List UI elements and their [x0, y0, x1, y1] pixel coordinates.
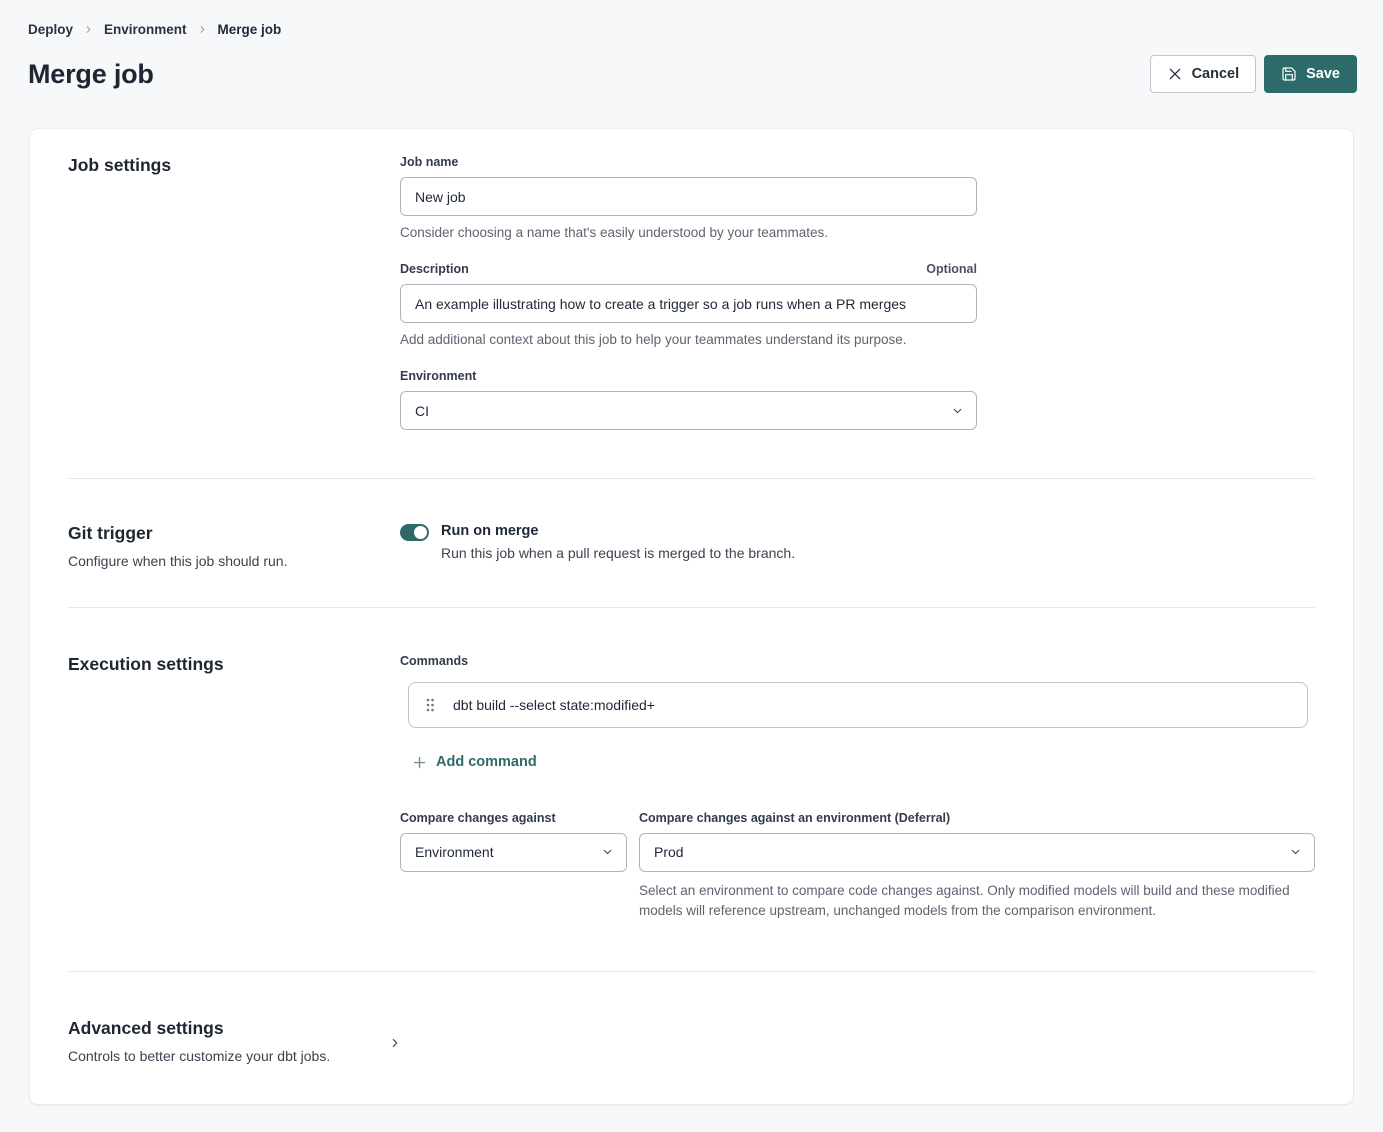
job-name-label: Job name [400, 155, 458, 169]
deferral-select[interactable]: Prod [639, 833, 1315, 872]
chevron-right-icon [197, 24, 208, 35]
run-on-merge-label: Run on merge [441, 523, 795, 539]
section-advanced-settings[interactable]: Advanced settings Controls to better cus… [68, 972, 1315, 1104]
description-helper: Add additional context about this job to… [400, 332, 977, 347]
command-text: dbt build --select state:modified+ [453, 697, 655, 713]
deferral-label: Compare changes against an environment (… [639, 811, 1315, 825]
header-actions: Cancel Save [1150, 55, 1357, 93]
section-execution-settings: Execution settings Commands dbt build --… [68, 608, 1315, 971]
advanced-settings-heading: Advanced settings [68, 1018, 330, 1039]
git-trigger-heading: Git trigger [68, 523, 400, 544]
save-button[interactable]: Save [1264, 55, 1357, 93]
job-name-helper: Consider choosing a name that's easily u… [400, 225, 977, 240]
breadcrumb-item-environment[interactable]: Environment [104, 22, 187, 37]
chevron-down-icon [1289, 846, 1302, 859]
section-git-trigger: Git trigger Configure when this job shou… [68, 479, 1315, 607]
top-bar: Deploy Environment Merge job Merge job C… [0, 0, 1383, 93]
environment-select[interactable]: CI [400, 391, 977, 430]
chevron-right-icon[interactable] [388, 1036, 402, 1050]
environment-select-value: CI [415, 403, 429, 419]
save-button-label: Save [1306, 66, 1340, 82]
git-trigger-subheading: Configure when this job should run. [68, 553, 400, 569]
job-name-input[interactable] [400, 177, 977, 216]
page-title: Merge job [28, 59, 154, 90]
commands-label: Commands [400, 654, 1315, 668]
close-icon [1167, 66, 1183, 82]
add-command-label: Add command [436, 754, 537, 770]
chevron-down-icon [601, 846, 614, 859]
compare-against-select-value: Environment [415, 844, 494, 860]
plus-icon [412, 755, 427, 770]
drag-handle-icon[interactable] [425, 697, 435, 713]
description-input[interactable] [400, 284, 977, 323]
chevron-down-icon [951, 404, 964, 417]
toggle-knob [414, 526, 427, 539]
chevron-right-icon [83, 24, 94, 35]
settings-card: Job settings Job name Consider choosing … [30, 129, 1353, 1104]
save-icon [1281, 66, 1297, 82]
deferral-select-value: Prod [654, 844, 684, 860]
cancel-button[interactable]: Cancel [1150, 55, 1257, 93]
execution-settings-heading: Execution settings [68, 654, 400, 675]
run-on-merge-description: Run this job when a pull request is merg… [441, 545, 795, 561]
deferral-helper: Select an environment to compare code ch… [639, 881, 1294, 922]
section-job-settings: Job settings Job name Consider choosing … [68, 129, 1315, 478]
breadcrumb-item-deploy[interactable]: Deploy [28, 22, 73, 37]
optional-badge: Optional [926, 262, 977, 276]
run-on-merge-toggle[interactable] [400, 524, 429, 541]
compare-against-select[interactable]: Environment [400, 833, 627, 872]
environment-label: Environment [400, 369, 476, 383]
breadcrumb-item-merge-job: Merge job [218, 22, 282, 37]
description-label: Description [400, 262, 469, 276]
cancel-button-label: Cancel [1192, 66, 1240, 82]
breadcrumb: Deploy Environment Merge job [28, 22, 1357, 37]
add-command-button[interactable]: Add command [412, 754, 537, 770]
job-settings-heading: Job settings [68, 155, 400, 176]
command-row[interactable]: dbt build --select state:modified+ [408, 682, 1308, 728]
advanced-settings-subheading: Controls to better customize your dbt jo… [68, 1048, 330, 1064]
compare-against-label: Compare changes against [400, 811, 627, 825]
